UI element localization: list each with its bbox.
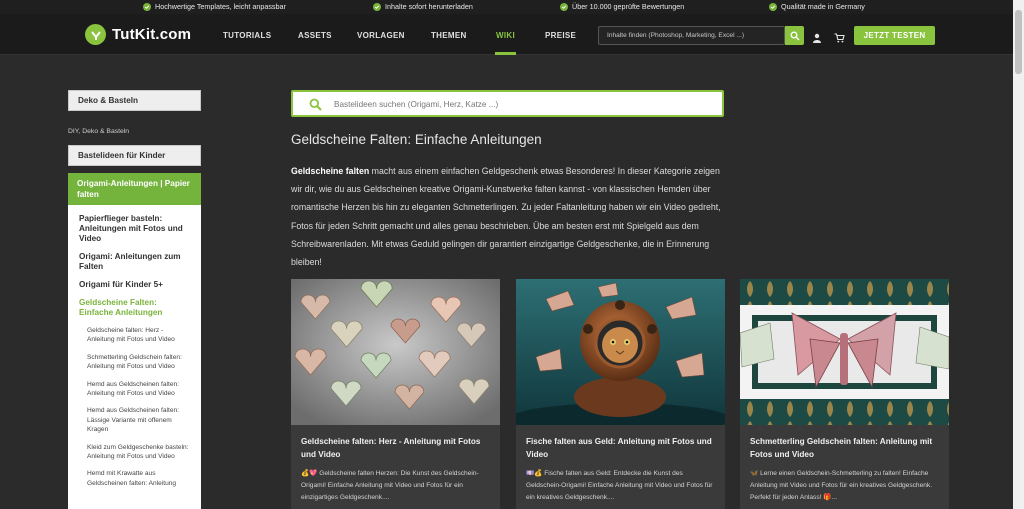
logo-text: TutKit.com	[112, 26, 192, 43]
nav-active-indicator	[495, 52, 516, 55]
article-card[interactable]: Schmetterling Geldschein falten: Anleitu…	[740, 279, 949, 509]
logo[interactable]: TutKit.com	[85, 24, 191, 45]
sidebar-list: Papierflieger basteln: Anleitungen mit F…	[68, 205, 201, 509]
article-card[interactable]: Geldscheine falten: Herz - Anleitung mit…	[291, 279, 500, 509]
header-search-button[interactable]	[785, 26, 804, 45]
nav-wiki[interactable]: WIKI	[496, 31, 515, 40]
sidebar-item-origami-kinder[interactable]: Origami für Kinder 5+	[79, 280, 192, 290]
card-emoji: 💰💖	[301, 470, 318, 477]
card-emoji: 🦋	[750, 470, 759, 477]
sidebar-section-label: DIY, Deko & Basteln	[68, 128, 130, 135]
usp-text: Inhalte sofort herunterladen	[385, 2, 473, 11]
card-image-butterfly	[740, 279, 949, 425]
usp-item: Inhalte sofort herunterladen	[373, 2, 473, 11]
card-desc-text: Geldscheine falten Herzen: Die Kunst des…	[301, 470, 479, 502]
logo-icon	[85, 24, 106, 45]
usp-bar: Hochwertige Templates, leicht anpassbar …	[0, 0, 1013, 14]
sidebar-subitem[interactable]: Hemd mit Krawatte aus Geldscheinen falte…	[87, 469, 192, 488]
search-icon	[790, 31, 800, 41]
user-icon[interactable]	[812, 30, 822, 48]
main-search-placeholder: Bastelideen suchen (Origami, Herz, Katze…	[334, 100, 499, 109]
card-image-diver-cat	[516, 279, 725, 425]
sidebar-active-category[interactable]: Origami-Anleitungen | Papier falten	[68, 173, 201, 205]
header-search-input[interactable]: Inhalte finden (Photoshop, Marketing, Ex…	[598, 26, 785, 45]
sidebar-item-geldscheine[interactable]: Geldscheine Falten: Einfache Anleitungen	[79, 298, 192, 318]
nav-preise[interactable]: PREISE	[545, 31, 576, 40]
nav-assets[interactable]: ASSETS	[298, 31, 332, 40]
intro-bold: Geldscheine falten	[291, 166, 370, 176]
sidebar-subitem[interactable]: Hemd aus Geldscheinen falten: Anleitung …	[87, 380, 192, 399]
nav-tutorials[interactable]: TUTORIALS	[223, 31, 271, 40]
sidebar-item-origami[interactable]: Origami: Anleitungen zum Falten	[79, 252, 192, 272]
card-description: 💷💰 Fische falten aus Geld: Entdecke die …	[526, 468, 718, 505]
usp-item: Über 10.000 geprüfte Bewertungen	[560, 2, 684, 11]
sidebar-subitem[interactable]: Kleid zum Geldgeschenke basteln: Anleitu…	[87, 443, 192, 462]
check-icon	[560, 2, 568, 11]
intro-text: macht aus einem einfachen Geldgeschenk e…	[291, 166, 721, 268]
cart-icon[interactable]	[834, 30, 845, 48]
card-image-hearts	[291, 279, 500, 425]
page-title: Geldscheine Falten: Einfache Anleitungen	[291, 132, 542, 147]
card-title[interactable]: Schmetterling Geldschein falten: Anleitu…	[750, 436, 940, 461]
main-search-input[interactable]: Bastelideen suchen (Origami, Herz, Katze…	[291, 90, 724, 117]
sidebar-item-papierflieger[interactable]: Papierflieger basteln: Anleitungen mit F…	[79, 214, 192, 244]
card-desc-text: Fische falten aus Geld: Entdecke die Kun…	[526, 470, 713, 502]
card-desc-text: Lerne einen Geldschein-Schmetterling zu …	[750, 470, 933, 502]
check-icon	[769, 2, 777, 11]
card-title[interactable]: Fische falten aus Geld: Anleitung mit Fo…	[526, 436, 716, 461]
article-card[interactable]: Fische falten aus Geld: Anleitung mit Fo…	[516, 279, 725, 509]
check-icon	[373, 2, 381, 11]
scrollbar-thumb[interactable]	[1015, 10, 1022, 74]
search-icon	[309, 98, 322, 116]
card-emoji: 💷💰	[526, 470, 543, 477]
card-description: 💰💖 Geldscheine falten Herzen: Die Kunst …	[301, 468, 493, 505]
sidebar-subitem[interactable]: Hemd aus Geldscheinen falten: Lässige Va…	[87, 406, 192, 434]
page-scrollbar[interactable]	[1013, 0, 1024, 509]
usp-item: Qualität made in Germany	[769, 2, 865, 11]
cta-button[interactable]: JETZT TESTEN	[854, 26, 935, 45]
check-icon	[143, 2, 151, 11]
main-header: TutKit.com TUTORIALS ASSETS VORLAGEN THE…	[0, 14, 1013, 55]
card-title[interactable]: Geldscheine falten: Herz - Anleitung mit…	[301, 436, 491, 461]
usp-text: Über 10.000 geprüfte Bewertungen	[572, 2, 685, 11]
nav-themen[interactable]: THEMEN	[431, 31, 467, 40]
usp-item: Hochwertige Templates, leicht anpassbar	[143, 2, 286, 11]
sidebar-subitem[interactable]: Geldscheine falten: Herz - Anleitung mit…	[87, 326, 192, 345]
sidebar-subitem[interactable]: Schmetterling Geldschein falten: Anleitu…	[87, 353, 192, 372]
sidebar-button-bastelideen[interactable]: Bastelideen für Kinder	[68, 145, 201, 166]
intro-paragraph: Geldscheine falten macht aus einem einfa…	[291, 162, 731, 271]
nav-vorlagen[interactable]: VORLAGEN	[357, 31, 405, 40]
usp-text: Qualität made in Germany	[781, 2, 865, 11]
sidebar-button-deko[interactable]: Deko & Basteln	[68, 90, 201, 111]
usp-text: Hochwertige Templates, leicht anpassbar	[155, 2, 286, 11]
card-description: 🦋 Lerne einen Geldschein-Schmetterling z…	[750, 468, 942, 505]
